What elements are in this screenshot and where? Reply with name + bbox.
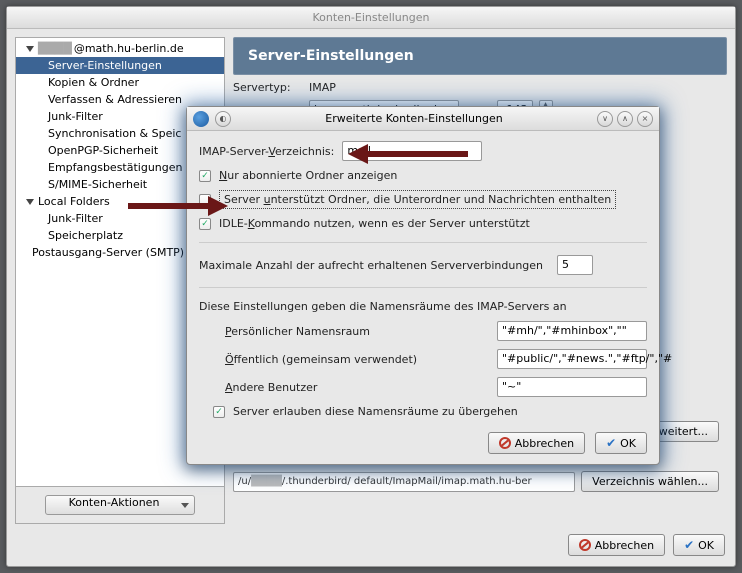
tree-local-label: Local Folders bbox=[38, 195, 110, 208]
cb-subfolders-label: Server unterstützt Ordner, die Unterordn… bbox=[219, 190, 616, 209]
maxconn-row: Maximale Anzahl der aufrecht erhaltenen … bbox=[199, 255, 647, 275]
tree-account-root[interactable]: ████ @math.hu-berlin.de bbox=[16, 40, 224, 57]
servertype-row: Servertyp: IMAP bbox=[233, 81, 727, 94]
cb-idle-row: ✓ IDLE-Kommando nutzen, wenn es der Serv… bbox=[199, 217, 647, 230]
dialog-title: Erweiterte Konten-Einstellungen bbox=[325, 112, 502, 125]
tree-item-copies[interactable]: Kopien & Ordner bbox=[16, 74, 224, 91]
servertype-value: IMAP bbox=[309, 81, 336, 94]
account-actions-dropdown[interactable]: Konten-Aktionen bbox=[45, 495, 195, 515]
advanced-settings-dialog: ◐ Erweiterte Konten-Einstellungen ∨ ∧ × … bbox=[186, 106, 660, 465]
imap-dir-label: IMAP-Server-Verzeichnis: bbox=[199, 145, 334, 158]
checkbox-subfolders[interactable] bbox=[199, 194, 211, 206]
chevron-down-icon bbox=[26, 199, 34, 205]
dialog-footer: Abbrechen ✔ OK bbox=[199, 426, 647, 454]
cb-subscribed-label: Nur abonnierte Ordner anzeigen bbox=[219, 169, 397, 182]
close-icon[interactable]: × bbox=[637, 111, 653, 127]
directory-input[interactable]: /u/████/.thunderbird/ default/ImapMail/i… bbox=[233, 472, 575, 492]
cancel-icon bbox=[579, 539, 591, 551]
cb-override-label: Server erlauben diese Namensräume zu übe… bbox=[233, 405, 518, 418]
ns-public-row: Öffentlich (gemeinsam verwendet) "#publi… bbox=[199, 349, 647, 369]
cancel-icon bbox=[499, 437, 511, 449]
servertype-label: Servertyp: bbox=[233, 81, 303, 94]
path-value: /.thunderbird/ default/ImapMail/imap.mat… bbox=[282, 476, 532, 487]
ns-public-label: Öffentlich (gemeinsam verwendet) bbox=[225, 353, 487, 366]
maximize-icon[interactable]: ∧ bbox=[617, 111, 633, 127]
window-footer: Abbrechen ✔ OK bbox=[7, 524, 735, 566]
dialog-body: IMAP-Server-Verzeichnis: mail ✓ Nur abon… bbox=[187, 131, 659, 464]
thunderbird-icon bbox=[193, 111, 209, 127]
ns-public-input[interactable]: "#public/","#news.","#ftp/","# bbox=[497, 349, 647, 369]
minimize-icon[interactable]: ∨ bbox=[597, 111, 613, 127]
maxconn-label: Maximale Anzahl der aufrecht erhaltenen … bbox=[199, 259, 543, 272]
account-actions-bar: Konten-Aktionen bbox=[16, 486, 224, 523]
cb-override-row: ✓ Server erlauben diese Namensräume zu ü… bbox=[199, 405, 647, 418]
dialog-titlebar: ◐ Erweiterte Konten-Einstellungen ∨ ∧ × bbox=[187, 107, 659, 131]
dialog-cancel-button[interactable]: Abbrechen bbox=[488, 432, 585, 454]
ok-button[interactable]: ✔ OK bbox=[673, 534, 725, 556]
ns-personal-row: Persönlicher Namensraum "#mh/","#mhinbox… bbox=[199, 321, 647, 341]
directory-row: /u/████/.thunderbird/ default/ImapMail/i… bbox=[233, 471, 719, 492]
choose-directory-button[interactable]: Verzeichnis wählen... bbox=[581, 471, 719, 492]
ns-other-row: Andere Benutzer "~" bbox=[199, 377, 647, 397]
dialog-ok-button[interactable]: ✔ OK bbox=[595, 432, 647, 454]
imap-dir-row: IMAP-Server-Verzeichnis: mail bbox=[199, 141, 647, 161]
cb-subfolders-row: Server unterstützt Ordner, die Unterordn… bbox=[199, 190, 647, 209]
checkbox-idle[interactable]: ✓ bbox=[199, 218, 211, 230]
cb-idle-label: IDLE-Kommando nutzen, wenn es der Server… bbox=[219, 217, 530, 230]
ns-other-label: Andere Benutzer bbox=[225, 381, 487, 394]
tree-item-server-settings[interactable]: Server-Einstellungen bbox=[16, 57, 224, 74]
path-prefix: /u/ bbox=[238, 476, 251, 487]
ns-other-input[interactable]: "~" bbox=[497, 377, 647, 397]
maxconn-input[interactable]: 5 bbox=[557, 255, 593, 275]
pin-icon[interactable]: ◐ bbox=[215, 111, 231, 127]
ns-personal-input[interactable]: "#mh/","#mhinbox","" bbox=[497, 321, 647, 341]
imap-dir-input[interactable]: mail bbox=[342, 141, 482, 161]
tree-account-label: @math.hu-berlin.de bbox=[74, 42, 184, 55]
window-title: Konten-Einstellungen bbox=[7, 7, 735, 29]
chevron-down-icon bbox=[26, 46, 34, 52]
checkbox-override[interactable]: ✓ bbox=[213, 406, 225, 418]
check-icon: ✔ bbox=[684, 538, 694, 552]
check-icon: ✔ bbox=[606, 436, 616, 450]
panel-title: Server-Einstellungen bbox=[233, 37, 727, 75]
checkbox-subscribed[interactable]: ✓ bbox=[199, 170, 211, 182]
cancel-button[interactable]: Abbrechen bbox=[568, 534, 665, 556]
cb-subscribed-row: ✓ Nur abonnierte Ordner anzeigen bbox=[199, 169, 647, 182]
namespace-intro: Diese Einstellungen geben die Namensräum… bbox=[199, 300, 647, 313]
ns-personal-label: Persönlicher Namensraum bbox=[225, 325, 487, 338]
